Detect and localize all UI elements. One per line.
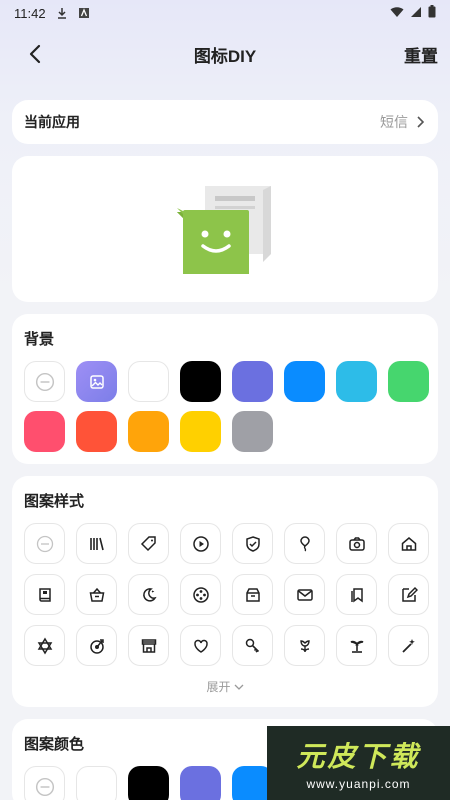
- battery-icon: [428, 5, 436, 21]
- wifi-icon: [390, 6, 404, 21]
- background-color-swatch[interactable]: [76, 411, 117, 452]
- pattern-option[interactable]: [388, 523, 429, 564]
- background-color-swatch[interactable]: [284, 361, 325, 402]
- pattern-option[interactable]: [180, 574, 221, 615]
- page-title: 图标DIY: [193, 46, 257, 66]
- box-icon: [245, 587, 260, 602]
- background-color-swatch[interactable]: [128, 411, 169, 452]
- shield-check-icon: [245, 535, 260, 552]
- tag-icon: [140, 535, 156, 551]
- chevron-left-icon: [29, 44, 41, 64]
- pattern-option[interactable]: [180, 523, 221, 564]
- edit-icon: [401, 586, 418, 602]
- pattern-option[interactable]: [232, 574, 273, 615]
- app-notification-icon: [78, 7, 90, 19]
- home-icon: [401, 536, 416, 551]
- flower-icon: [299, 639, 310, 652]
- basket-icon: [89, 587, 104, 602]
- status-time: 11:42: [14, 5, 46, 21]
- background-color-swatch[interactable]: [232, 361, 273, 402]
- pattern-option[interactable]: [76, 523, 117, 564]
- star-of-david-icon: [37, 637, 52, 654]
- pattern-option[interactable]: [24, 523, 65, 564]
- mail-icon: [296, 588, 313, 601]
- pattern-option[interactable]: [284, 625, 325, 666]
- film-reel-icon: [192, 586, 209, 603]
- background-color-swatch[interactable]: [24, 411, 65, 452]
- reset-button[interactable]: 重置: [404, 42, 438, 67]
- image-icon: [89, 374, 104, 389]
- pattern-option[interactable]: [388, 574, 429, 615]
- background-none-swatch[interactable]: [24, 361, 65, 402]
- background-image-swatch[interactable]: [76, 361, 117, 402]
- header: 图标DIY 重置: [0, 26, 450, 82]
- pattern-color-none-swatch[interactable]: [24, 766, 65, 800]
- background-title: 背景: [24, 331, 55, 348]
- pattern-option[interactable]: [232, 625, 273, 666]
- pattern-option[interactable]: [76, 625, 117, 666]
- background-section: 背景: [12, 314, 438, 464]
- pattern-option[interactable]: [76, 574, 117, 615]
- background-color-swatch[interactable]: [180, 361, 221, 402]
- pattern-color-swatch[interactable]: [76, 766, 117, 800]
- pattern-color-swatch[interactable]: [128, 766, 169, 800]
- pattern-option[interactable]: [24, 625, 65, 666]
- pattern-option[interactable]: [128, 574, 169, 615]
- moon-icon: [142, 587, 157, 602]
- key-icon: [245, 638, 259, 653]
- watermark-url: www.yuanpi.com: [306, 777, 411, 791]
- pattern-option[interactable]: [336, 574, 377, 615]
- none-icon: [35, 777, 54, 796]
- icon-preview-card: [12, 156, 438, 302]
- watermark-title: 元皮下载: [296, 741, 421, 772]
- pattern-option[interactable]: [128, 625, 169, 666]
- pattern-option[interactable]: [128, 523, 169, 564]
- pattern-section: 图案样式 展开: [12, 476, 438, 707]
- background-swatch-grid: [24, 361, 429, 452]
- palm-tree-icon: [350, 640, 363, 653]
- books-icon: [89, 537, 104, 550]
- pattern-color-swatch[interactable]: [180, 766, 221, 800]
- current-app-value: 短信: [380, 114, 408, 130]
- camera-icon: [348, 536, 365, 551]
- target-icon: [89, 638, 104, 654]
- none-icon: [36, 535, 53, 552]
- pattern-option[interactable]: [180, 625, 221, 666]
- expand-label: 展开: [206, 680, 231, 694]
- pattern-option[interactable]: [284, 523, 325, 564]
- background-color-swatch[interactable]: [388, 361, 429, 402]
- back-button[interactable]: [22, 41, 48, 67]
- chevron-down-icon: [234, 684, 243, 690]
- pattern-option[interactable]: [388, 625, 429, 666]
- none-icon: [35, 372, 54, 391]
- heart-icon: [193, 639, 208, 653]
- download-icon: [56, 7, 68, 19]
- current-app-row[interactable]: 当前应用 短信: [12, 100, 438, 144]
- bookmark-icon: [350, 587, 363, 602]
- balloon-icon: [299, 535, 310, 551]
- book-icon: [38, 587, 51, 602]
- expand-button[interactable]: 展开: [24, 678, 426, 695]
- background-color-swatch[interactable]: [128, 361, 169, 402]
- store-icon: [141, 638, 156, 653]
- pattern-option[interactable]: [284, 574, 325, 615]
- chevron-right-icon: [417, 116, 424, 128]
- watermark-logo: 元皮下载 www.yuanpi.com: [267, 726, 450, 800]
- status-bar: 11:42: [0, 0, 450, 26]
- background-color-swatch[interactable]: [232, 411, 273, 452]
- background-color-swatch[interactable]: [336, 361, 377, 402]
- pattern-option[interactable]: [24, 574, 65, 615]
- pattern-grid: [24, 523, 429, 666]
- pattern-option[interactable]: [232, 523, 273, 564]
- pattern-title: 图案样式: [24, 493, 85, 510]
- background-color-swatch[interactable]: [180, 411, 221, 452]
- pattern-option[interactable]: [336, 625, 377, 666]
- pattern-option[interactable]: [336, 523, 377, 564]
- current-app-label: 当前应用: [24, 114, 80, 130]
- magic-wand-icon: [401, 638, 415, 653]
- sms-app-icon: [177, 186, 271, 274]
- signal-icon: [410, 6, 422, 21]
- play-icon: [192, 535, 209, 552]
